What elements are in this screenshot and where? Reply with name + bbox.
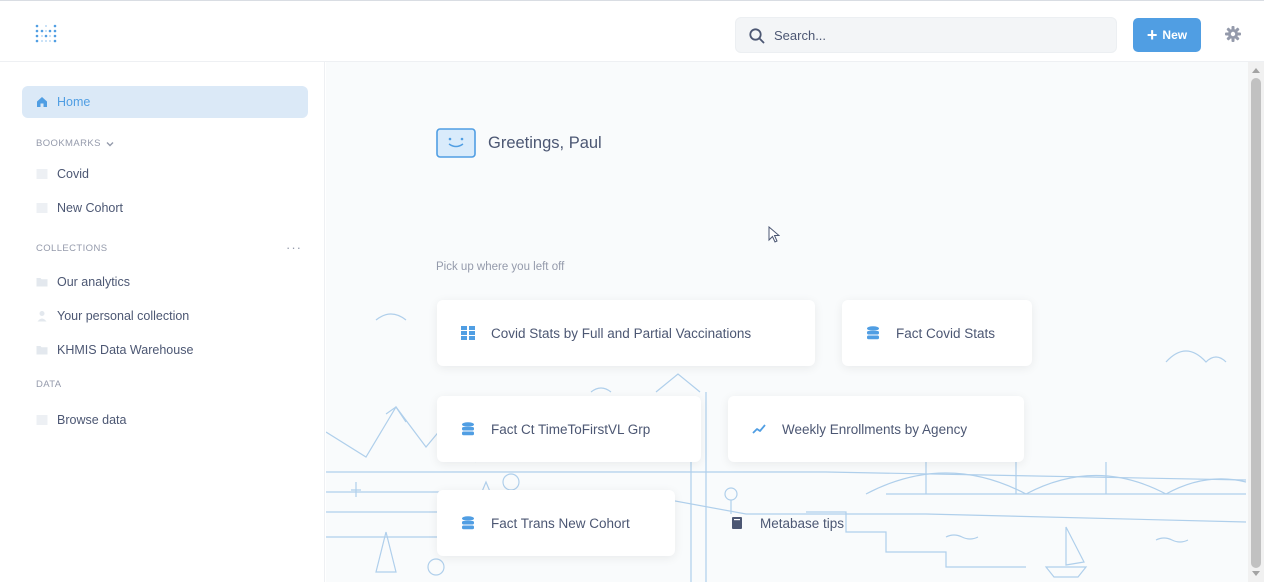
search-icon [749,28,765,44]
card-label: Fact Covid Stats [896,325,996,341]
recent-card-fact-ct-timetofirstvl[interactable]: Fact Ct TimeToFirstVL Grp [437,396,701,462]
collections-more-icon[interactable]: ··· [286,240,302,255]
scroll-down-arrow-icon[interactable] [1252,571,1260,576]
greeting-face-icon [436,128,476,158]
greeting-title: Greetings, Paul [488,134,602,152]
card-label: Weekly Enrollments by Agency [782,421,968,437]
sidebar-item-khmis-data-warehouse[interactable]: KHMIS Data Warehouse [22,334,308,366]
gear-icon[interactable] [1224,25,1242,43]
recents-header: Pick up where you left off [436,261,565,273]
search-input[interactable] [774,18,1104,52]
metabase-tips-link[interactable]: Metabase tips [706,490,906,556]
search-bar[interactable] [735,17,1117,53]
recent-card-weekly-enrollments[interactable]: Weekly Enrollments by Agency [728,396,1024,462]
sidebar-item-label: Home [57,95,91,109]
folder-icon [36,278,48,287]
database-icon [867,326,879,340]
scroll-up-arrow-icon[interactable] [1252,68,1260,73]
card-label: Covid Stats by Full and Partial Vaccinat… [491,325,752,341]
bookmarks-header[interactable]: BOOKMARKS [36,138,115,149]
sidebar-item-label: Covid [57,167,89,181]
book-icon [732,517,742,529]
table-icon [36,203,48,213]
sidebar-item-our-analytics[interactable]: Our analytics [22,266,308,298]
top-navbar: + New [0,0,1264,62]
card-label: Fact Ct TimeToFirstVL Grp [491,421,651,437]
sidebar-item-new-cohort[interactable]: New Cohort [22,192,308,224]
sidebar-item-label: Our analytics [57,275,130,289]
line-chart-icon [752,424,766,434]
sidebar-item-label: KHMIS Data Warehouse [57,343,194,357]
metabase-logo-icon[interactable] [34,23,58,45]
card-label: Fact Trans New Cohort [491,515,630,531]
collections-header: COLLECTIONS [36,243,107,254]
person-icon [37,311,47,322]
table-icon [36,169,48,179]
main-scrollbar[interactable] [1248,62,1264,582]
database-icon [36,415,48,425]
sidebar-item-browse-data[interactable]: Browse data [22,404,308,436]
sidebar-item-label: New Cohort [57,201,123,215]
plus-icon: + [1146,25,1158,45]
chevron-down-icon [106,141,114,146]
bookmarks-header-label: BOOKMARKS [36,138,101,149]
database-icon [462,422,474,436]
sidebar-item-covid[interactable]: Covid [22,158,308,190]
scrollbar-thumb[interactable] [1251,78,1261,568]
sidebar-item-label: Browse data [57,413,127,427]
collections-header-label: COLLECTIONS [36,243,108,254]
sidebar-item-home[interactable]: Home [22,86,308,118]
recent-card-covid-stats-vaccinations[interactable]: Covid Stats by Full and Partial Vaccinat… [437,300,815,366]
mouse-cursor-icon [768,226,780,243]
card-label: Metabase tips [760,515,845,531]
grid-icon [461,326,475,340]
home-icon [37,97,47,107]
data-header-label: DATA [36,379,62,390]
new-button[interactable]: + New [1133,18,1201,52]
sidebar-item-personal-collection[interactable]: Your personal collection [22,300,308,332]
folder-icon [36,346,48,355]
data-header: DATA [36,379,62,390]
database-icon [462,516,474,530]
recent-card-fact-covid-stats[interactable]: Fact Covid Stats [842,300,1032,366]
recent-card-fact-trans-new-cohort[interactable]: Fact Trans New Cohort [437,490,675,556]
sidebar: Home BOOKMARKS Covid New Cohort COLLECTI… [0,62,325,582]
sidebar-item-label: Your personal collection [57,309,190,323]
new-button-label: New [1162,28,1188,42]
home-main-content: Greetings, Paul Pick up where you left o… [326,62,1248,582]
